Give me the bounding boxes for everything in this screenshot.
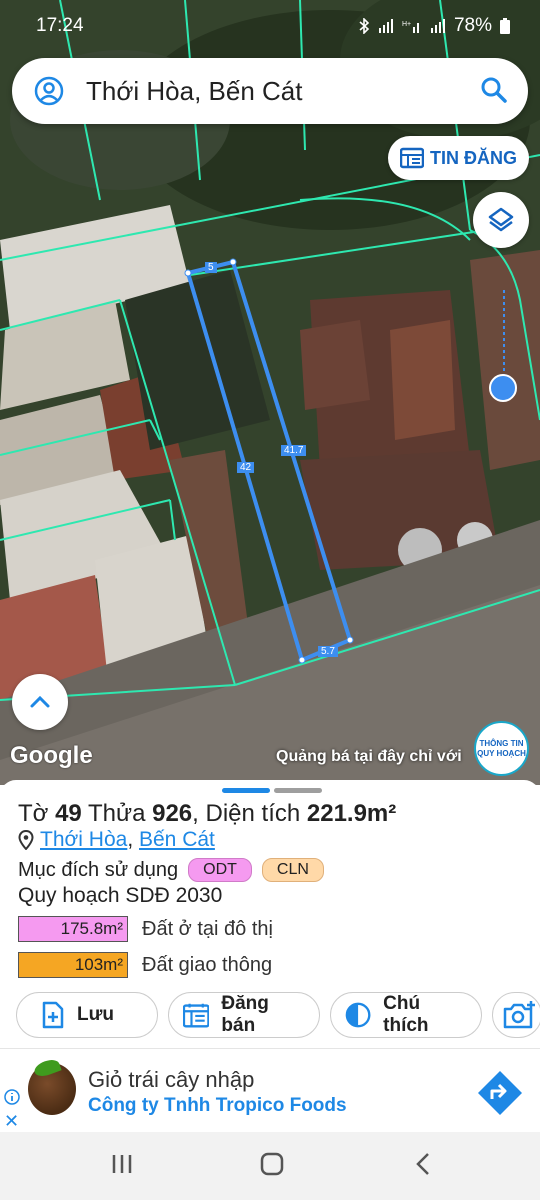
- location-ward-link[interactable]: Thới Hòa: [40, 828, 127, 851]
- tin-dang-button[interactable]: TIN ĐĂNG: [388, 136, 529, 180]
- thua-label: Thửa: [88, 800, 146, 827]
- back-icon[interactable]: [412, 1152, 436, 1176]
- land-use-purpose: Mục đích sử dụng ODT CLN: [18, 858, 324, 882]
- save-label: Lưu: [77, 1004, 114, 1025]
- purpose-chip-cln[interactable]: CLN: [261, 858, 324, 882]
- data-signal-icon: H+: [402, 21, 419, 33]
- battery-percent: 78%: [453, 15, 492, 36]
- ad-info-icon[interactable]: [4, 1089, 20, 1105]
- home-icon[interactable]: [260, 1152, 284, 1176]
- thong-tin-quy-hoach-badge[interactable]: THÔNG TIN QUY HOẠCH: [474, 721, 529, 776]
- area-row-giao-thong: 103m² Đất giao thông: [18, 952, 272, 978]
- promo-text[interactable]: Quảng bá tại đây chỉ với: [276, 748, 462, 766]
- plan-title: Quy hoạch SDĐ 2030: [18, 884, 223, 907]
- post-sale-label: Đăng bán: [221, 993, 269, 1036]
- svg-text:H+: H+: [402, 21, 411, 28]
- sheet-handle-active[interactable]: [222, 788, 270, 793]
- sheet-handle-inactive[interactable]: [274, 788, 322, 793]
- edge-label-right: 41.7: [281, 445, 307, 456]
- location-district-link[interactable]: Bến Cát: [139, 828, 215, 851]
- add-photo-icon: [503, 1001, 535, 1029]
- account-icon[interactable]: [34, 76, 64, 106]
- area-label-giao-thong: Đất giao thông: [142, 953, 273, 976]
- google-logo: Google: [10, 742, 93, 769]
- search-title[interactable]: Thới Hòa, Bến Cát: [86, 76, 302, 107]
- parcel-location: Thới Hòa, Bến Cát: [18, 828, 215, 852]
- map-view[interactable]: 5 42 41.7 5.7 17:24 H+ 78% Thới Hòa, Bến…: [0, 0, 540, 785]
- signal-icon: [378, 19, 393, 33]
- search-bar[interactable]: Thới Hòa, Bến Cát: [12, 58, 528, 124]
- parcel-title: Tờ 49 Thửa 926, Diện tích 221.9m²: [18, 800, 396, 828]
- to-label: Tờ: [18, 800, 49, 827]
- area-value-odt: 175.8m²: [18, 916, 128, 942]
- chevron-up-icon: [30, 695, 50, 708]
- add-file-icon: [42, 1001, 64, 1029]
- recent-apps-icon[interactable]: [110, 1152, 134, 1176]
- area-label-odt: Đất ở tại đô thị: [142, 917, 273, 940]
- status-bar: 17:24 H+ 78%: [0, 0, 540, 52]
- location-separator: ,: [127, 828, 134, 851]
- to-value: 49: [55, 800, 82, 827]
- signal-icon-2: [430, 19, 445, 33]
- ad-headline[interactable]: Giỏ trái cây nhập: [88, 1067, 254, 1093]
- badge-line2: QUY HOẠCH: [477, 748, 526, 758]
- parcel-info-sheet[interactable]: Tờ 49 Thửa 926, Diện tích 221.9m² Thới H…: [0, 780, 540, 1048]
- action-buttons: Lưu Đăng bán Chú thích: [16, 992, 540, 1038]
- purpose-chip-odt[interactable]: ODT: [188, 858, 252, 882]
- dien-tich-value: 221.9m²: [306, 800, 397, 827]
- directions-icon[interactable]: [476, 1069, 524, 1117]
- add-photo-button[interactable]: [492, 992, 540, 1038]
- legend-button[interactable]: Chú thích: [330, 992, 482, 1038]
- tin-dang-label: TIN ĐĂNG: [430, 147, 517, 168]
- purpose-label: Mục đích sử dụng: [18, 858, 179, 881]
- badge-line1: THÔNG TIN: [479, 738, 524, 748]
- contrast-icon: [345, 1002, 371, 1028]
- location-pin-icon: [18, 830, 34, 850]
- save-button[interactable]: Lưu: [16, 992, 158, 1038]
- battery-icon: [500, 18, 510, 34]
- ad-banner[interactable]: Giỏ trái cây nhập Công ty Tnhh Tropico F…: [0, 1048, 540, 1132]
- ad-close-icon[interactable]: ✕: [4, 1111, 19, 1132]
- edge-label-top: 5: [205, 262, 217, 273]
- calendar-list-icon: [183, 1003, 210, 1028]
- ad-company[interactable]: Công ty Tnhh Tropico Foods: [88, 1095, 347, 1117]
- listing-icon: [400, 147, 424, 169]
- bluetooth-icon: [359, 18, 370, 34]
- legend-label: Chú thích: [383, 993, 429, 1036]
- edge-label-left: 42: [237, 462, 255, 473]
- layers-button[interactable]: [473, 192, 529, 248]
- system-nav-bar: [0, 1132, 540, 1200]
- expand-up-button[interactable]: [12, 674, 68, 730]
- thua-value: 926: [152, 800, 193, 827]
- dien-tich-label: , Diện tích: [192, 800, 301, 827]
- layers-icon: [488, 207, 514, 232]
- edge-label-bottom: 5.7: [318, 646, 338, 657]
- search-icon[interactable]: [480, 76, 508, 104]
- area-value-giao-thong: 103m²: [18, 952, 128, 978]
- post-sale-button[interactable]: Đăng bán: [168, 992, 320, 1038]
- area-row-odt: 175.8m² Đất ở tại đô thị: [18, 916, 273, 942]
- status-time: 17:24: [36, 15, 84, 36]
- status-icons: H+ 78%: [358, 15, 510, 37]
